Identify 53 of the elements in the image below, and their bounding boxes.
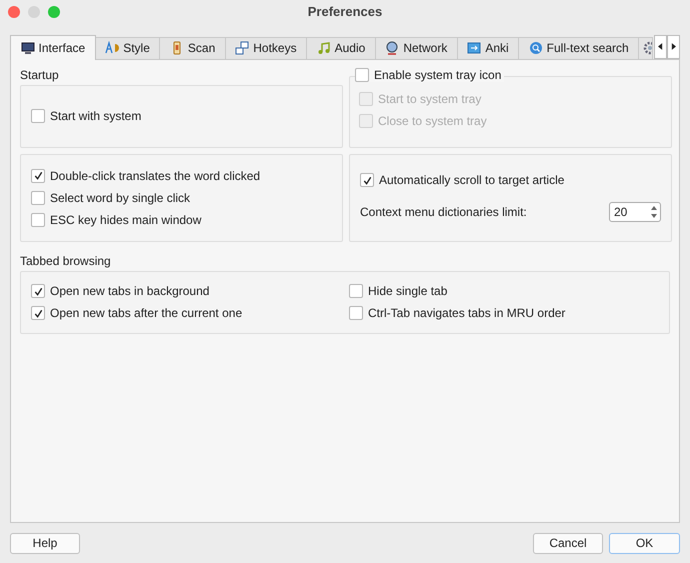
- checkbox[interactable]: [31, 212, 45, 227]
- checkbox-label: Start to system tray: [378, 92, 482, 106]
- right-arrow-icon: [671, 43, 676, 50]
- checkbox[interactable]: [349, 306, 363, 320]
- checkbox-label: Automatically scroll to target article: [379, 173, 564, 188]
- search-icon: [528, 41, 543, 56]
- tab[interactable]: [638, 36, 653, 59]
- checkbox-label: Ctrl-Tab navigates tabs in MRU order: [368, 306, 566, 320]
- monitor-icon: [20, 40, 34, 55]
- window-title: Preferences: [308, 4, 382, 20]
- scroll-right-button[interactable]: [667, 34, 680, 59]
- keys-icon: [235, 41, 250, 56]
- tab[interactable]: Interface: [10, 34, 96, 60]
- checkbox-label: Hide single tab: [368, 284, 448, 298]
- checkbox-label: Double-click translates the word clicked: [50, 168, 260, 183]
- checkbox[interactable]: [31, 190, 45, 205]
- scroll-left-button[interactable]: [654, 34, 667, 59]
- tab[interactable]: Audio: [306, 36, 376, 59]
- checkbox[interactable]: [355, 68, 369, 82]
- left-arrow-icon: [658, 43, 663, 50]
- checkbox-label: Close to system tray: [378, 114, 487, 128]
- help-button[interactable]: Help: [10, 532, 80, 554]
- globe-icon: [385, 41, 400, 56]
- music-note-icon: [316, 41, 331, 56]
- checkbox[interactable]: [349, 284, 363, 298]
- checkbox[interactable]: [31, 109, 45, 124]
- close-button[interactable]: [8, 6, 20, 18]
- limit-label: Context menu dictionaries limit:: [360, 205, 527, 220]
- zoom-button[interactable]: [48, 6, 60, 18]
- card-icon: [467, 41, 482, 56]
- checkbox[interactable]: [31, 168, 45, 183]
- tab[interactable]: Full-text search: [518, 36, 640, 59]
- checkbox[interactable]: [31, 284, 45, 298]
- cancel-button[interactable]: Cancel: [533, 532, 603, 554]
- spin-box[interactable]: 20: [609, 202, 661, 222]
- tab[interactable]: Style: [94, 36, 160, 59]
- font-style-icon: [105, 41, 120, 56]
- checkbox-label: Select word by single click: [50, 190, 190, 205]
- checkbox-label: Open new tabs after the current one: [50, 306, 242, 320]
- group-title: Startup: [20, 68, 60, 82]
- checkbox-label: Open new tabs in background: [50, 284, 210, 298]
- ok-button[interactable]: OK: [609, 532, 680, 554]
- checkbox-label: ESC key hides main window: [50, 212, 202, 227]
- tab[interactable]: Scan: [159, 36, 226, 59]
- checkbox[interactable]: [31, 306, 45, 320]
- checkbox-label: Enable system tray icon: [374, 68, 502, 82]
- gear-icon: [643, 41, 652, 56]
- tab[interactable]: Hotkeys: [224, 36, 308, 59]
- checkbox[interactable]: [360, 173, 374, 188]
- checkbox-label: Start with system: [50, 109, 142, 124]
- tab[interactable]: Network: [374, 36, 458, 59]
- tab[interactable]: Anki: [456, 36, 520, 59]
- group-title: Tabbed browsing: [20, 254, 112, 268]
